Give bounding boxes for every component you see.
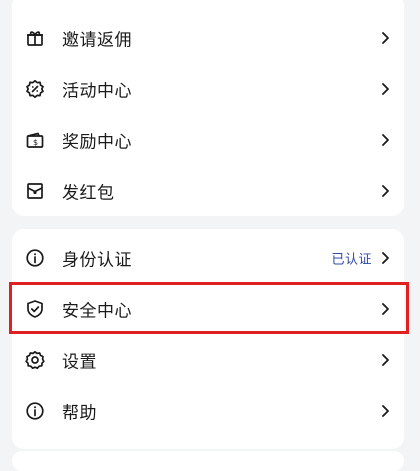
menu-item-label: 活动中心: [62, 81, 132, 101]
chevron-right-icon: [380, 31, 390, 45]
menu-item-label: 身份认证: [62, 250, 132, 270]
menu-item-reward-center[interactable]: $ 奖励中心: [12, 114, 404, 165]
activity-badge-icon: [25, 79, 45, 99]
verification-status: 已认证: [331, 252, 372, 267]
menu-item-send-red-packet[interactable]: 发红包: [12, 165, 404, 216]
menu-item-activity-center[interactable]: 活动中心: [12, 63, 404, 114]
info-icon: [25, 248, 45, 268]
gear-icon: [25, 350, 45, 370]
gift-icon: [25, 28, 45, 48]
menu-item-label: 设置: [62, 352, 97, 372]
menu-item-label: 奖励中心: [62, 132, 132, 152]
chevron-right-icon: [380, 133, 390, 147]
menu-item-identity-verification[interactable]: 身份认证 已认证: [12, 232, 404, 283]
menu-card-next: [12, 451, 404, 471]
menu-card-rewards: 邀请返佣 活动中心 $ 奖励中心 发红包: [12, 0, 404, 216]
help-info-icon: [25, 401, 45, 421]
chevron-right-icon: [380, 302, 390, 316]
menu-item-settings[interactable]: 设置: [12, 334, 404, 385]
menu-item-security-center[interactable]: 安全中心: [12, 283, 404, 334]
chevron-right-icon: [380, 353, 390, 367]
red-packet-icon: [25, 181, 45, 201]
chevron-right-icon: [380, 82, 390, 96]
profile-menu-screen: 邀请返佣 活动中心 $ 奖励中心 发红包 身份认证 已认证 安全中心 设置 帮助: [0, 0, 420, 471]
menu-item-invite-rebate[interactable]: 邀请返佣: [12, 12, 404, 63]
menu-item-label: 邀请返佣: [62, 30, 132, 50]
chevron-right-icon: [380, 251, 390, 265]
svg-text:$: $: [33, 138, 38, 147]
chevron-right-icon: [380, 184, 390, 198]
menu-card-account: 身份认证 已认证 安全中心 设置 帮助: [12, 229, 404, 449]
menu-item-label: 发红包: [62, 183, 115, 203]
wallet-dollar-icon: $: [25, 130, 45, 150]
menu-item-help[interactable]: 帮助: [12, 385, 404, 436]
chevron-right-icon: [380, 404, 390, 418]
menu-item-label: 帮助: [62, 403, 97, 423]
menu-item-label: 安全中心: [62, 301, 132, 321]
shield-check-icon: [25, 299, 45, 319]
